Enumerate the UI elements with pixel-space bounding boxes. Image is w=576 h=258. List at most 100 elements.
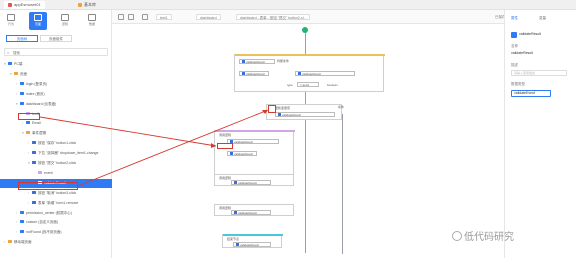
zoom-icon[interactable]	[142, 14, 148, 20]
app-icon	[8, 3, 12, 7]
condition-operator[interactable]: = text1	[297, 82, 319, 87]
name-label: 名称	[511, 44, 518, 48]
node1-title: 更新变量值	[275, 106, 291, 110]
tree-row[interactable]: › 按钮 "取消" button3-click	[0, 189, 112, 198]
tree-row-label: 事件逻辑	[32, 131, 46, 136]
rail-behavior-button[interactable]: 行为	[2, 12, 20, 30]
tab-library[interactable]: 基本库	[74, 1, 100, 9]
logic-icon	[61, 14, 69, 21]
tree-node-icon	[20, 220, 24, 224]
tree-row-label: Email	[32, 121, 41, 126]
breadcrumb-logic[interactable]: dashboard - 表单 - 按钮 "提交" button2-cl...	[236, 14, 311, 20]
breadcrumb-dashboard[interactable]: dashboard	[196, 14, 221, 20]
call-logic-node-4[interactable]: 调用逻辑 validateResult	[214, 204, 294, 216]
subtab-page-tree[interactable]: 页面树	[6, 35, 38, 42]
tab-properties[interactable]: 属性	[511, 16, 518, 21]
tree-node-icon	[26, 131, 30, 135]
node3-value[interactable]: validateResult	[231, 180, 271, 185]
desc-label: 描述	[511, 63, 518, 67]
type-select[interactable]: validateEvent	[511, 90, 551, 97]
logic-canvas[interactable]: validateResult 判断条件 validateResult valid…	[112, 24, 504, 258]
tab-variables[interactable]: 变量	[539, 16, 546, 21]
tree-node-icon	[20, 230, 24, 234]
rail-page-button[interactable]: 页面	[29, 12, 47, 30]
tree-row[interactable]: ▾ 事件逻辑	[0, 129, 112, 138]
condition-source-node[interactable]: validateResult	[239, 59, 275, 64]
tree-row[interactable]: › 按钮 "保存" button1-click	[0, 139, 112, 148]
tree-node-icon	[32, 161, 36, 164]
call-logic-node-3[interactable]: 调用逻辑 validateResult	[214, 174, 294, 186]
undo-icon[interactable]	[118, 14, 124, 20]
variable-badge-icon	[511, 32, 517, 38]
tree-row[interactable]: › notFound (找不到页面)	[0, 228, 112, 237]
tree-row[interactable]: › 下拉 "选择器" dropdown_item1-change	[0, 149, 112, 158]
data-icon	[88, 14, 96, 21]
tree-row-label: login (登录页)	[26, 81, 48, 86]
tree-node-icon	[32, 151, 36, 155]
tree-row[interactable]: event	[0, 169, 112, 178]
variable-icon	[230, 152, 233, 155]
node2-param[interactable]: validateResult	[227, 151, 257, 156]
rail-data-button[interactable]: 数据	[83, 12, 101, 30]
call-logic-block[interactable]: 调用逻辑 validateResult validateResult	[214, 130, 295, 176]
tree-row[interactable]: › permission_center (权限中心)	[0, 209, 112, 218]
variable-icon	[242, 60, 245, 63]
variable-icon	[234, 181, 237, 184]
desc-input[interactable]: 请输入变量描述	[511, 70, 567, 76]
rail-logic-button[interactable]: 逻辑	[56, 12, 74, 30]
tree-row[interactable]: › 表单 "新增" form1-remove	[0, 199, 112, 208]
annotation-box-text1	[18, 113, 40, 120]
title-bar: appEsmoset01 基本库	[0, 0, 576, 10]
variable-icon	[298, 72, 301, 75]
tree-row-label: notFound (找不到页面)	[26, 230, 62, 235]
tree-node-icon	[8, 62, 12, 65]
tree-row[interactable]: › login (登录页)	[0, 80, 112, 89]
tree-row-label: permission_center (权限中心)	[26, 210, 72, 215]
tree-row-label: PC端	[14, 62, 23, 66]
end-node-block[interactable]: 结束节点 validateResult	[222, 234, 283, 248]
node5-value[interactable]: validateResult	[233, 242, 271, 247]
tree-node-icon	[38, 170, 42, 174]
tree-row-label: dashboard (仪表盘)	[26, 101, 57, 106]
tree-node-icon	[32, 141, 36, 145]
tree-row-label: 按钮 "取消" button3-click	[38, 190, 77, 195]
search-input[interactable]	[13, 50, 103, 55]
condition-label: 判断条件	[277, 59, 290, 63]
node1-value[interactable]: validateResult	[275, 112, 335, 117]
tree-row-label: custom (自定义页面)	[26, 220, 59, 225]
tree-row[interactable]: ▾ 按钮 "提交" button2-click	[0, 159, 112, 168]
tree-node-icon	[20, 91, 24, 95]
panel-title: validateResult	[519, 32, 541, 36]
tree-node-icon	[14, 71, 18, 75]
condition-node[interactable]: validateResult	[239, 71, 269, 76]
tree-row[interactable]: text1	[0, 110, 112, 119]
redo-icon[interactable]	[128, 14, 134, 20]
tree-row[interactable]: ▾ PC端	[0, 60, 112, 69]
side-condition-label: 条件	[338, 105, 345, 109]
tree-row-label: 按钮 "保存" button1-click	[38, 141, 77, 146]
page-icon	[34, 14, 42, 21]
condition-block[interactable]: validateResult 判断条件 validateResult valid…	[234, 54, 385, 92]
tree-row[interactable]: ▾ dashboard (仪表盘)	[0, 100, 112, 109]
tab-app[interactable]: appEsmoset01	[4, 1, 45, 9]
tree-row[interactable]: › 移动端页面	[0, 238, 112, 247]
update-variable-node[interactable]: 更新变量值 validateResult	[266, 104, 342, 120]
block-bar	[215, 130, 295, 132]
tree-node-icon	[32, 190, 36, 194]
tree-node-icon	[26, 121, 30, 125]
tree-node-icon	[32, 200, 36, 204]
subtab-page-components[interactable]: 页面组件	[40, 35, 72, 42]
tree-row[interactable]: › index (首页)	[0, 90, 112, 99]
tree-row[interactable]: › Email	[0, 119, 112, 128]
condition-right: boolean	[327, 83, 338, 87]
breadcrumb-text1[interactable]: text1	[156, 14, 172, 20]
node4-value[interactable]: validateResult	[231, 210, 271, 215]
node2-value[interactable]: validateResult	[227, 139, 279, 144]
tree-row[interactable]: ▾ 页面	[0, 70, 112, 79]
tree-row[interactable]: › custom (自定义页面)	[0, 218, 112, 227]
name-value[interactable]: validateResult	[511, 51, 533, 55]
properties-panel: 属性 变量 validateResult 名称 validateResult 描…	[504, 10, 576, 258]
condition-target-node[interactable]: validateResult	[295, 71, 355, 76]
tree-row-label: 表单 "新增" form1-remove	[38, 200, 79, 205]
type-label: 数据类型	[511, 82, 525, 86]
